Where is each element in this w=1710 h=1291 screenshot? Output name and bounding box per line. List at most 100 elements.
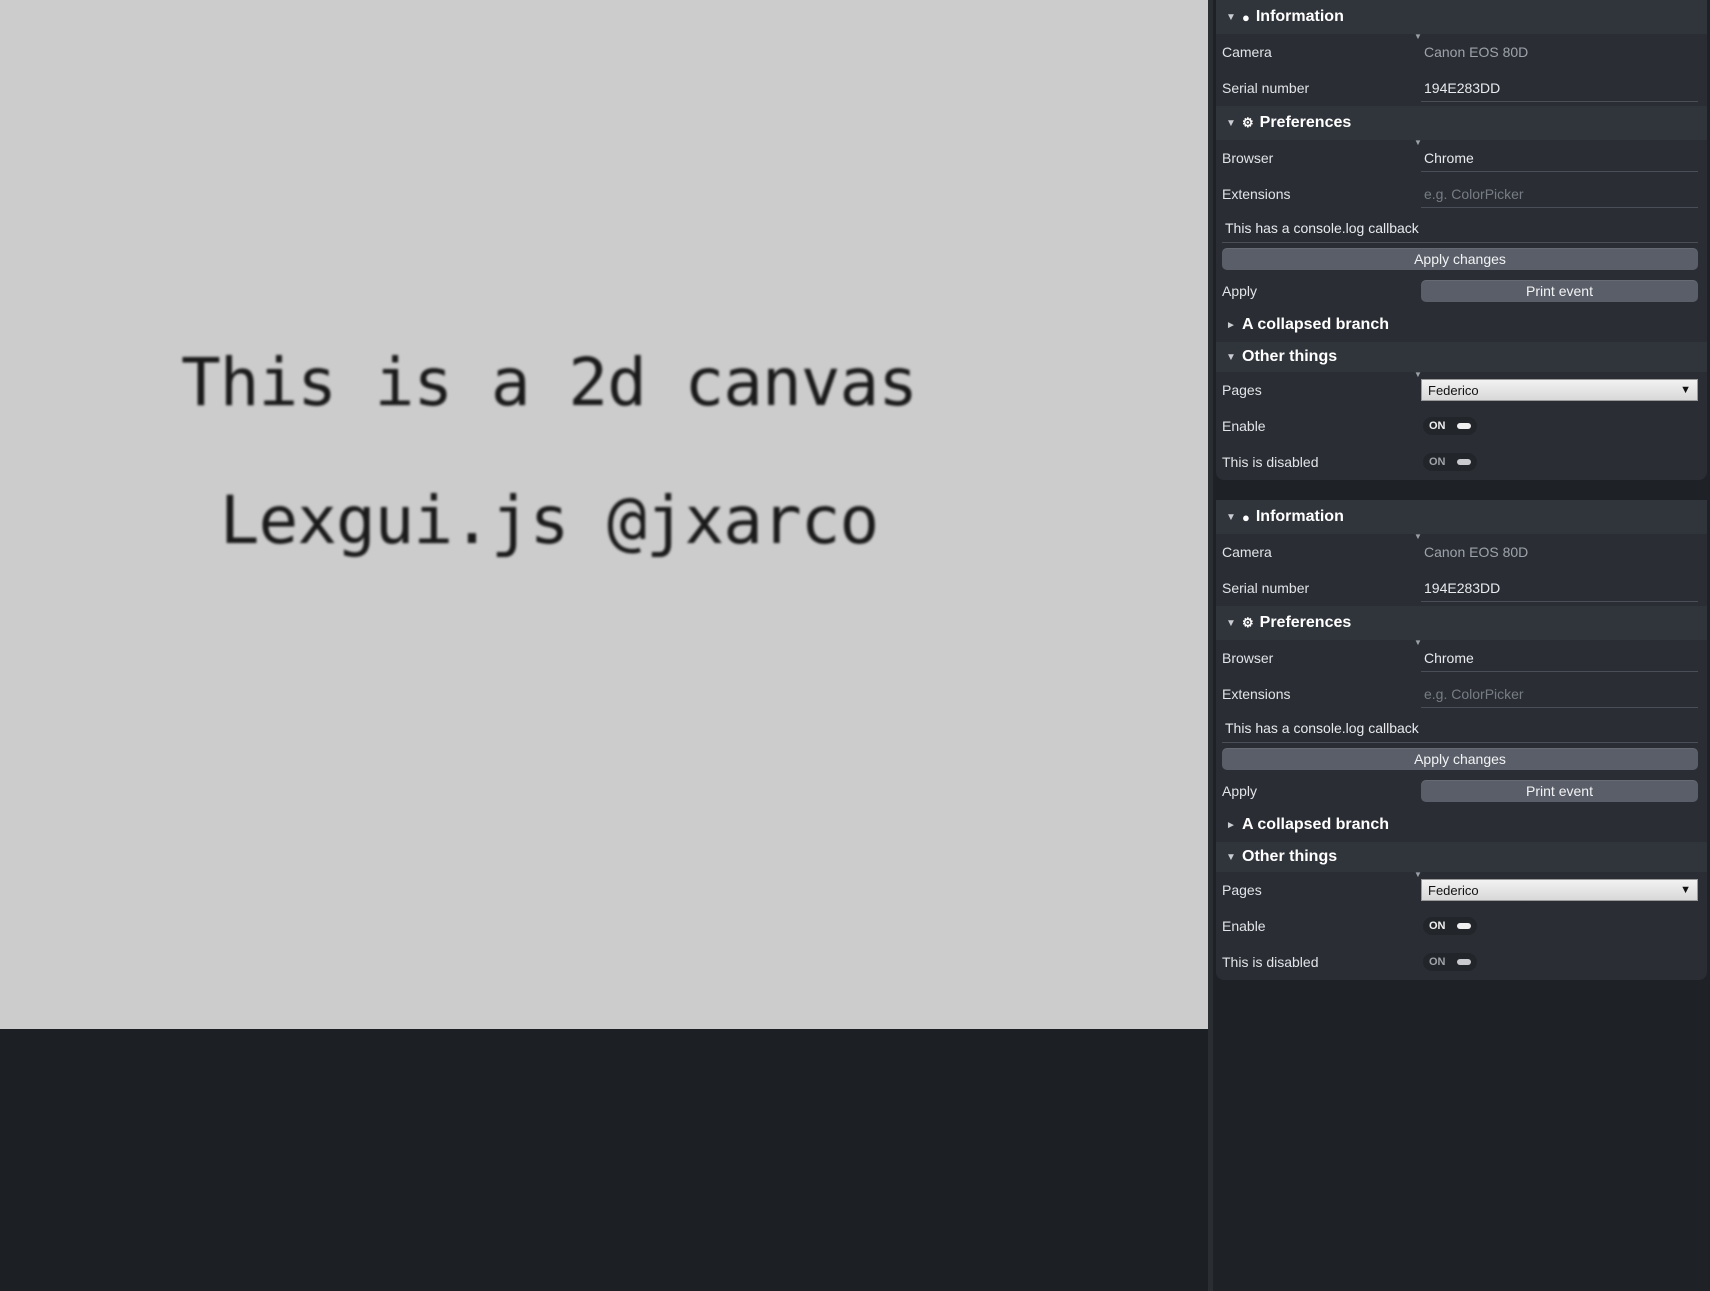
toggle-state: ON	[1429, 920, 1446, 932]
chevron-down-icon: ▼	[1226, 851, 1236, 863]
branch-collapsed[interactable]: ► A collapsed branch	[1216, 308, 1707, 342]
pages-label: Pages	[1222, 882, 1262, 898]
gear-icon: ⚙	[1242, 115, 1254, 130]
serial-number-label: Serial number	[1222, 80, 1310, 96]
extensions-field[interactable]	[1421, 180, 1698, 208]
row-enable: Enable ON	[1216, 908, 1707, 944]
serial-number-field[interactable]	[1421, 574, 1698, 602]
branch-preferences[interactable]: ▼ ⚙ Preferences ▼	[1216, 606, 1707, 647]
camera-field: Canon EOS 80D	[1424, 544, 1529, 560]
pages-select-wrap: Federico ▼	[1421, 376, 1698, 404]
row-pages: Pages Federico ▼	[1216, 872, 1707, 908]
toggle-knob	[1457, 459, 1471, 465]
chevron-down-icon: ▼	[1680, 884, 1691, 896]
toggle-knob	[1457, 959, 1471, 965]
side-panel: ▼ ● Information ▼ Camera Canon EOS 80D S…	[1213, 0, 1710, 1291]
row-disabled: This is disabled ON	[1216, 444, 1707, 480]
branch-title: A collapsed branch	[1242, 316, 1389, 333]
branch-collapsed[interactable]: ► A collapsed branch	[1216, 808, 1707, 842]
branch-information[interactable]: ▼ ● Information ▼	[1216, 0, 1707, 41]
row-enable: Enable ON	[1216, 408, 1707, 444]
disabled-toggle-wrap: ON	[1421, 948, 1698, 976]
enable-toggle[interactable]: ON	[1423, 417, 1477, 435]
browser-field[interactable]	[1421, 644, 1698, 672]
apply-label: Apply	[1222, 283, 1258, 299]
browser-label: Browser	[1222, 150, 1274, 166]
canvas-2d[interactable]: This is a 2d canvas Lexgui.js @jxarco	[0, 0, 1208, 1029]
enable-label: Enable	[1222, 918, 1266, 934]
callback-text-field[interactable]: This has a console.log callback	[1222, 214, 1698, 243]
serial-number-field[interactable]	[1421, 74, 1698, 102]
apply-label: Apply	[1222, 783, 1258, 799]
chevron-down-icon: ▼	[1226, 117, 1236, 129]
row-callback: This has a console.log callback	[1216, 712, 1707, 744]
chevron-right-icon: ►	[1226, 319, 1236, 331]
canvas-text-line-1: This is a 2d canvas	[181, 344, 918, 421]
toggle-state: ON	[1429, 420, 1446, 432]
extensions-input[interactable]	[1424, 685, 1698, 702]
row-apply-changes: Apply changes	[1216, 744, 1707, 774]
row-camera: Camera Canon EOS 80D	[1216, 534, 1707, 570]
extensions-label: Extensions	[1222, 186, 1291, 202]
panel-block-2: ▼ ● Information ▼ Camera Canon EOS 80D S…	[1216, 500, 1707, 980]
toggle-state: ON	[1429, 456, 1446, 468]
callback-text-field[interactable]: This has a console.log callback	[1222, 714, 1698, 743]
browser-field[interactable]	[1421, 144, 1698, 172]
pages-select-wrap: Federico ▼	[1421, 876, 1698, 904]
pages-select[interactable]: Federico ▼	[1421, 379, 1698, 401]
row-camera: Camera Canon EOS 80D	[1216, 34, 1707, 70]
browser-input[interactable]	[1424, 649, 1698, 666]
apply-changes-button[interactable]: Apply changes	[1222, 248, 1698, 270]
canvas-text-line-2: Lexgui.js @jxarco	[219, 482, 880, 559]
serial-number-input[interactable]	[1424, 79, 1698, 96]
camera-label: Camera	[1222, 44, 1272, 60]
browser-label: Browser	[1222, 650, 1274, 666]
row-extensions: Extensions	[1216, 176, 1707, 212]
row-serial-number: Serial number	[1216, 70, 1707, 106]
disabled-toggle: ON	[1423, 453, 1477, 471]
serial-number-label: Serial number	[1222, 580, 1310, 596]
row-browser: Browser	[1216, 640, 1707, 676]
branch-other-things[interactable]: ▼ Other things ▼	[1216, 842, 1707, 879]
row-apply: Apply Print event	[1216, 774, 1707, 808]
row-apply: Apply Print event	[1216, 274, 1707, 308]
chevron-down-icon: ▼	[1680, 384, 1691, 396]
camera-field: Canon EOS 80D	[1424, 44, 1529, 60]
disabled-label: This is disabled	[1222, 954, 1319, 970]
branch-title: Preferences	[1259, 614, 1352, 631]
bottom-area	[0, 1029, 1208, 1291]
apply-changes-button[interactable]: Apply changes	[1222, 748, 1698, 770]
branch-title: A collapsed branch	[1242, 816, 1389, 833]
toggle-state: ON	[1429, 956, 1446, 968]
enable-toggle[interactable]: ON	[1423, 917, 1477, 935]
enable-toggle-wrap: ON	[1421, 412, 1698, 440]
enable-label: Enable	[1222, 418, 1266, 434]
branch-other-things[interactable]: ▼ Other things ▼	[1216, 342, 1707, 379]
print-event-button[interactable]: Print event	[1421, 280, 1698, 302]
extensions-field[interactable]	[1421, 680, 1698, 708]
branch-preferences[interactable]: ▼ ⚙ Preferences ▼	[1216, 106, 1707, 147]
disabled-label: This is disabled	[1222, 454, 1319, 470]
camera-label: Camera	[1222, 544, 1272, 560]
enable-toggle-wrap: ON	[1421, 912, 1698, 940]
extensions-input[interactable]	[1424, 185, 1698, 202]
chevron-down-icon: ▼	[1226, 617, 1236, 629]
gear-icon: ⚙	[1242, 615, 1254, 630]
branch-information[interactable]: ▼ ● Information ▼	[1216, 500, 1707, 541]
circle-icon: ●	[1242, 9, 1250, 25]
serial-number-input[interactable]	[1424, 579, 1698, 596]
row-serial-number: Serial number	[1216, 570, 1707, 606]
chevron-down-icon: ▼	[1226, 11, 1236, 23]
browser-input[interactable]	[1424, 149, 1698, 166]
pages-select[interactable]: Federico ▼	[1421, 879, 1698, 901]
row-disabled: This is disabled ON	[1216, 944, 1707, 980]
toggle-knob	[1457, 423, 1471, 429]
row-apply-changes: Apply changes	[1216, 244, 1707, 274]
chevron-down-icon: ▼	[1226, 511, 1236, 523]
branch-title: Other things	[1242, 848, 1338, 865]
disabled-toggle-wrap: ON	[1421, 448, 1698, 476]
branch-title: Information	[1255, 8, 1344, 25]
extensions-label: Extensions	[1222, 686, 1291, 702]
branch-title: Preferences	[1259, 114, 1352, 131]
print-event-button[interactable]: Print event	[1421, 780, 1698, 802]
